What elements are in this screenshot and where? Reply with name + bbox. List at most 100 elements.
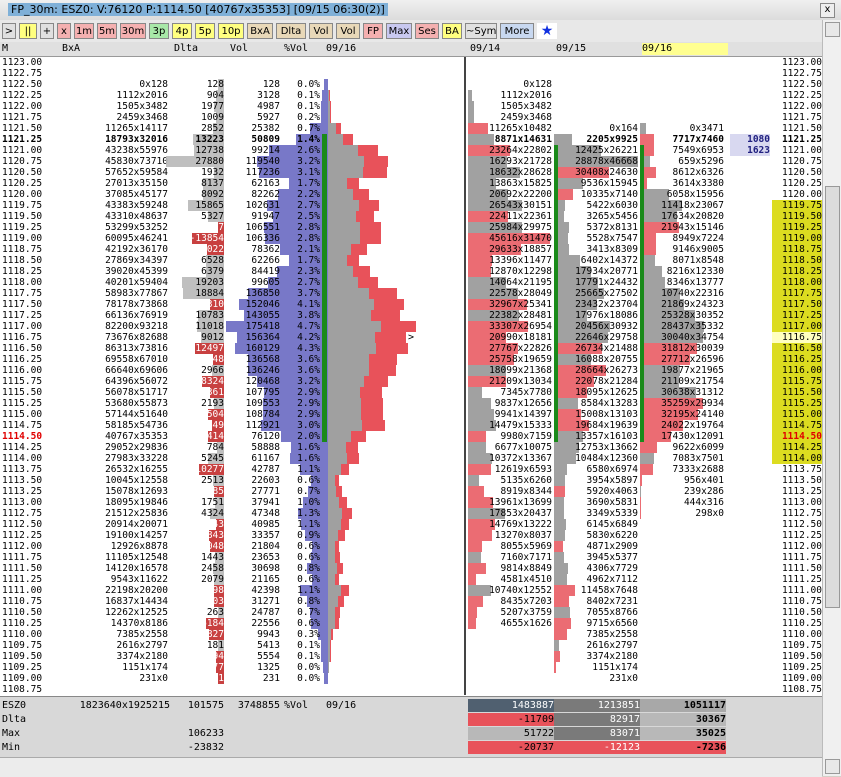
table-row[interactable]: 1112.75 21512x25836 4324 47348 1.3% 17853x204…: [0, 508, 822, 519]
table-row[interactable]: 1117.75 58983x77867 18884 136850 3.7% 22578x2…: [0, 288, 822, 299]
table-row[interactable]: 1119.25 53299x53252 -47 106551 2.8% 25984x299…: [0, 222, 822, 233]
toolbar-button-6[interactable]: 30m: [120, 23, 146, 39]
table-row[interactable]: 1115.00 57144x51640 -5504 108784 2.9% 9941x14…: [0, 409, 822, 420]
table-row[interactable]: 1113.00 18095x19846 1751 37941 1.0% 13961x136…: [0, 497, 822, 508]
profile-bar-grey: [328, 310, 371, 321]
toolbar-button-3[interactable]: x: [57, 23, 71, 39]
table-row[interactable]: 1118.75 42192x36170 -6022 78362 2.1% 29633x18…: [0, 244, 822, 255]
table-row[interactable]: 1110.50 12262x12525 263 24787 0.7% 5207x3759 7…: [0, 607, 822, 618]
table-row[interactable]: 1114.00 27983x33228 5245 61167 1.6% 10372x133…: [0, 453, 822, 464]
table-row[interactable]: 1111.25 9543x11622 2079 21165 0.6% 4581x4510 4…: [0, 574, 822, 585]
table-row[interactable]: 1121.75 2459x3468 1009 5927 0.2% 2459x3468 112…: [0, 112, 822, 123]
table-row[interactable]: 1115.50 56078x51717 -4361 107795 2.9% 7345x77…: [0, 387, 822, 398]
table-row[interactable]: 1118.50 27869x34397 6528 62266 1.7% 13396x114…: [0, 255, 822, 266]
table-row[interactable]: 1112.50 20914x20071 -843 40985 1.1% 14769x132…: [0, 519, 822, 530]
vertical-scrollbar[interactable]: [822, 20, 841, 776]
table-row[interactable]: 1121.00 43238x55976 12738 99214 2.6% 23264x22…: [0, 145, 822, 156]
table-row[interactable]: 1114.25 29052x29836 784 58888 1.6% 6677x10075…: [0, 442, 822, 453]
table-row[interactable]: 1109.25 1151x174 -977 1325 0.0% 1151x174 1109.…: [0, 662, 822, 673]
table-row[interactable]: 1115.25 53680x55873 2193 109553 2.9% 9837x126…: [0, 398, 822, 409]
side-volume-label: 1623: [730, 145, 770, 156]
table-row[interactable]: 1109.00 231x0 -231 231 0.0% 231x0 1109.00: [0, 673, 822, 684]
table-row[interactable]: 1119.50 43310x48637 5327 91947 2.5% 22411x223…: [0, 211, 822, 222]
table-row[interactable]: 1112.25 19100x14257 -4843 33357 0.9% 13270x80…: [0, 530, 822, 541]
toolbar-button-20[interactable]: More: [500, 23, 534, 39]
toolbar-button-17[interactable]: Ses: [415, 23, 439, 39]
pct-volume-cell: 0.1%: [297, 101, 320, 112]
toolbar-button-11[interactable]: BxA: [247, 23, 273, 39]
table-row[interactable]: 1122.50 0x128 128 128 0.0% 0x128 1122.50: [0, 79, 822, 90]
table-row[interactable]: 1122.00 1505x3482 1977 4987 0.1% 1505x3482 112…: [0, 101, 822, 112]
volume-cell: [226, 684, 280, 695]
toolbar-button-1[interactable]: ||: [19, 23, 37, 39]
toolbar-button-16[interactable]: Max: [386, 23, 412, 39]
toolbar-button-14[interactable]: Vol: [336, 23, 360, 39]
table-row[interactable]: 1116.25 69558x67010 -2548 136568 3.6% 25758x1…: [0, 354, 822, 365]
toolbar-button-10[interactable]: 10p: [218, 23, 244, 39]
toolbar-button-2[interactable]: +: [40, 23, 54, 39]
table-row[interactable]: 1120.50 57652x59584 1932 117236 3.1% 18632x28…: [0, 167, 822, 178]
table-row[interactable]: 1116.00 66640x69606 2966 136246 3.6% 18099x21…: [0, 365, 822, 376]
toolbar-button-9[interactable]: 5p: [195, 23, 215, 39]
table-row[interactable]: 1110.00 7385x2558 -4827 9943 0.3% 7385x2558 11…: [0, 629, 822, 640]
table-row[interactable]: 1118.25 39020x45399 6379 84419 2.3% 12870x122…: [0, 266, 822, 277]
toolbar-button-5[interactable]: 5m: [97, 23, 117, 39]
table-row[interactable]: 1113.50 10045x12558 2513 22603 0.6% 5135x6260…: [0, 475, 822, 486]
table-row[interactable]: 1110.25 14370x8186 -6184 22556 0.6% 4655x1626…: [0, 618, 822, 629]
table-row[interactable]: 1111.50 14120x16578 2458 30698 0.8% 9814x8849…: [0, 563, 822, 574]
header-vol[interactable]: Vol: [230, 43, 248, 55]
title-bar[interactable]: FP_30m: ESZ0: V:76120 P:1114.50 [40767x3…: [0, 0, 841, 21]
table-row[interactable]: 1112.00 12926x8878 -4048 21804 0.6% 8055x5969…: [0, 541, 822, 552]
table-row[interactable]: 1109.50 3374x2180 -1194 5554 0.1% 3374x2180 11…: [0, 651, 822, 662]
table-row[interactable]: 1113.75 26532x16255 -10277 42787 1.1% 12619x6…: [0, 464, 822, 475]
toolbar-button-18[interactable]: BA: [442, 23, 462, 39]
table-row[interactable]: 1114.50 40767x35353 -5414 76120 2.0% 9980x715…: [0, 431, 822, 442]
table-row[interactable]: 1118.00 40201x59404 19203 99605 2.7% 14064x21…: [0, 277, 822, 288]
table-row[interactable]: 1119.00 60095x46241 -13854 106336 2.8% 45616x…: [0, 233, 822, 244]
price-label: 1121.50: [2, 123, 43, 134]
table-row[interactable]: 1123.00 1123.00: [0, 57, 822, 68]
scroll-up-icon[interactable]: [825, 22, 840, 37]
toolbar-button-7[interactable]: 3p: [149, 23, 169, 39]
star-icon[interactable]: ★: [537, 23, 557, 39]
table-row[interactable]: 1111.75 11105x12548 1443 23653 0.6% 7160x7171…: [0, 552, 822, 563]
table-row[interactable]: 1109.75 2616x2797 181 5413 0.1% 2616x2797 1109…: [0, 640, 822, 651]
table-row[interactable]: 1120.00 37085x45177 8092 82262 2.2% 20692x222…: [0, 189, 822, 200]
header-bxa[interactable]: BxA: [62, 43, 80, 55]
table-row[interactable]: 1111.00 22198x20200 -1998 42398 1.1% 10740x12…: [0, 585, 822, 596]
ladder-grid[interactable]: 1123.00 1123.00 1122.75 1122.75 1122.50 0x128…: [0, 57, 822, 695]
table-row[interactable]: 1110.75 16837x14434 -2403 31271 0.8% 8435x720…: [0, 596, 822, 607]
toolbar-button-4[interactable]: 1m: [74, 23, 94, 39]
toolbar-button-12[interactable]: Dlta: [276, 23, 306, 39]
table-row[interactable]: 1113.25 15078x12693 -2385 27771 0.7% 8919x834…: [0, 486, 822, 497]
toolbar-button-0[interactable]: >: [2, 23, 16, 39]
table-row[interactable]: 1114.75 58185x54736 -3449 112921 3.0% 14479x1…: [0, 420, 822, 431]
table-row[interactable]: 1121.50 11265x14117 2852 25382 0.7% 11265x104…: [0, 123, 822, 134]
table-row[interactable]: 1115.75 64396x56072 -8324 120468 3.2% 21209x1…: [0, 376, 822, 387]
table-row[interactable]: 1119.75 43383x59248 15865 102631 2.7% 26543x3…: [0, 200, 822, 211]
header-dlta[interactable]: Dlta: [174, 43, 198, 55]
scroll-down-icon[interactable]: [825, 759, 840, 774]
table-row[interactable]: 1120.25 27013x35150 8137 62163 1.7% 13863x158…: [0, 178, 822, 189]
day-bid-ask-c3: 16088x20755: [575, 354, 638, 365]
column-divider: [464, 420, 466, 431]
table-row[interactable]: 1108.75 1108.75: [0, 684, 822, 695]
close-icon[interactable]: x: [820, 3, 835, 18]
day-bid-ask-c2: 12619x6593: [494, 464, 552, 475]
table-row[interactable]: 1120.75 45830x73710 27880 119540 3.2% 16293x2…: [0, 156, 822, 167]
scroll-thumb[interactable]: [825, 186, 840, 608]
toolbar-button-15[interactable]: FP: [363, 23, 383, 39]
table-row[interactable]: 1122.25 1112x2016 904 3128 0.1% 1112x2016 1122…: [0, 90, 822, 101]
horizontal-scrollbar[interactable]: [0, 757, 822, 777]
table-row[interactable]: 1117.50 78178x73868 -4310 152046 4.1% 32967x2…: [0, 299, 822, 310]
table-row[interactable]: 1117.25 66136x76919 10783 143055 3.8% 22382x2…: [0, 310, 822, 321]
table-row[interactable]: 1117.00 82200x93218 11018 175418 4.7% 33307x2…: [0, 321, 822, 332]
toolbar-button-19[interactable]: ~Sym: [465, 23, 497, 39]
toolbar-button-13[interactable]: Vol: [309, 23, 333, 39]
toolbar-button-8[interactable]: 4p: [172, 23, 192, 39]
table-row[interactable]: 1122.75 1122.75: [0, 68, 822, 79]
column-divider: [464, 618, 466, 629]
table-row[interactable]: 1116.50 86313x73816 -12497 160129 4.3% 27767x…: [0, 343, 822, 354]
table-row[interactable]: 1121.25 18793x32016 13223 50809 1.4% 8871x146…: [0, 134, 822, 145]
header-pvol[interactable]: %Vol: [284, 43, 308, 55]
